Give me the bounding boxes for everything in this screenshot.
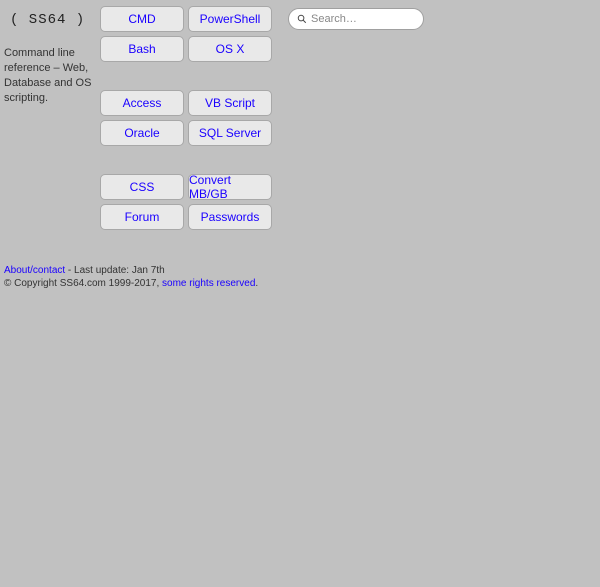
- nav-button-powershell[interactable]: PowerShell: [188, 6, 272, 32]
- nav-button-bash[interactable]: Bash: [100, 36, 184, 62]
- nav-button-cmd[interactable]: CMD: [100, 6, 184, 32]
- nav-button-css[interactable]: CSS: [100, 174, 184, 200]
- nav-button-access[interactable]: Access: [100, 90, 184, 116]
- search-input[interactable]: [311, 13, 453, 25]
- about-link[interactable]: About/contact: [4, 265, 65, 276]
- search-icon: [297, 12, 307, 27]
- rights-link[interactable]: some rights reserved: [162, 278, 255, 289]
- nav-button-oracle[interactable]: Oracle: [100, 120, 184, 146]
- nav-button-forum[interactable]: Forum: [100, 204, 184, 230]
- copyright-suffix: .: [255, 278, 258, 289]
- nav-grid: CMD PowerShell Bash OS X Access VB Scrip…: [100, 6, 280, 258]
- tagline: Command line reference – Web, Database a…: [4, 46, 96, 105]
- nav-button-vbscript[interactable]: VB Script: [188, 90, 272, 116]
- footer: About/contact - Last update: Jan 7th © C…: [0, 258, 600, 290]
- copyright-prefix: © Copyright SS64.com 1999-2017,: [4, 278, 162, 289]
- nav-button-sqlserver[interactable]: SQL Server: [188, 120, 272, 146]
- nav-button-passwords[interactable]: Passwords: [188, 204, 272, 230]
- site-logo: ( SS64 ): [10, 12, 96, 28]
- last-update-text: - Last update: Jan 7th: [65, 265, 165, 276]
- nav-button-osx[interactable]: OS X: [188, 36, 272, 62]
- nav-button-convert[interactable]: Convert MB/GB: [188, 174, 272, 200]
- search-box[interactable]: [288, 8, 424, 30]
